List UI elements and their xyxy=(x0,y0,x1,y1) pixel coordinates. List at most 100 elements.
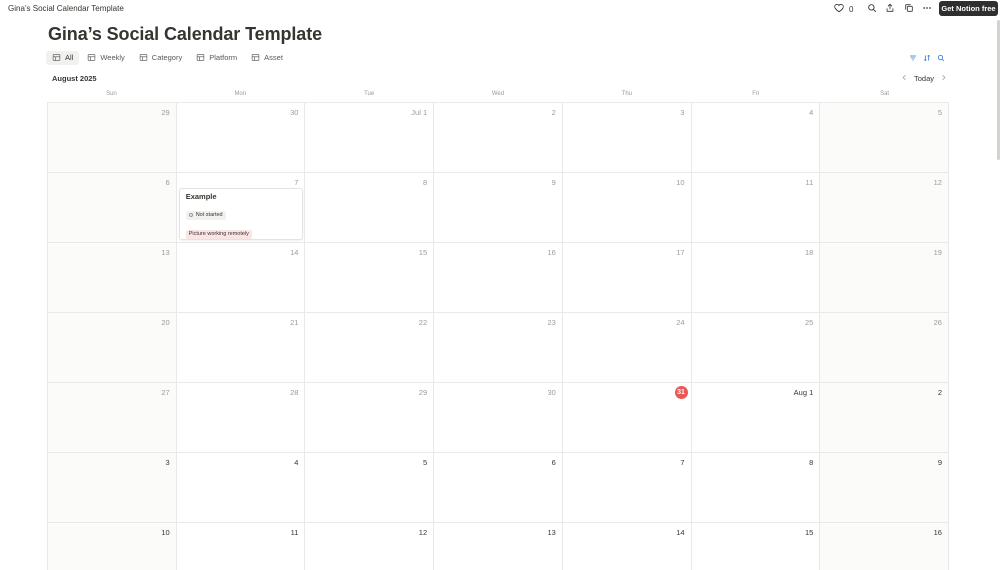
calendar-day-cell[interactable]: 3 xyxy=(562,103,692,173)
calendar-day-cell[interactable]: 18 xyxy=(691,243,821,313)
calendar-day-cell[interactable]: 2 xyxy=(434,103,563,173)
weekday-header: Sun Mon Tue Wed Thu Fri Sat xyxy=(47,91,949,101)
day-number: 2 xyxy=(551,108,556,117)
calendar-day-cell[interactable]: 25 xyxy=(691,313,821,383)
calendar-day-cell[interactable]: 12 xyxy=(305,523,435,570)
day-number: 4 xyxy=(294,458,299,467)
day-number: Jul 1 xyxy=(411,108,428,117)
calendar-day-cell[interactable]: 9 xyxy=(820,453,949,523)
calendar-day-cell[interactable]: 11 xyxy=(691,173,821,243)
previous-month-button[interactable] xyxy=(901,74,908,83)
calendar-day-cell[interactable]: 3 xyxy=(48,453,177,523)
heart-icon xyxy=(834,3,844,15)
status-badge: Not started xyxy=(185,210,226,220)
day-number: 30 xyxy=(290,108,299,117)
calendar-day-cell[interactable]: 22 xyxy=(305,313,435,383)
day-number: 6 xyxy=(165,178,170,187)
day-number: 13 xyxy=(547,528,556,537)
calendar-day-cell[interactable]: 28 xyxy=(176,383,306,453)
tab-all[interactable]: All xyxy=(46,50,80,65)
tab-platform[interactable]: Platform xyxy=(190,51,243,65)
event-card[interactable]: Example Not started Picture working remote… xyxy=(178,188,303,258)
calendar-day-cell[interactable]: 7 xyxy=(562,453,692,523)
day-number: 29 xyxy=(161,108,170,117)
month-label: August 2025 xyxy=(52,74,97,83)
calendar-day-cell[interactable]: 16 xyxy=(820,523,949,570)
calendar-day-cell[interactable]: 4 xyxy=(691,103,821,173)
status-label: Not started xyxy=(195,211,223,218)
tab-asset[interactable]: Asset xyxy=(245,51,289,65)
calendar-day-cell[interactable]: 17 xyxy=(562,243,692,313)
duplicate-button[interactable] xyxy=(903,3,915,15)
search-button[interactable] xyxy=(866,3,878,15)
calendar-day-cell[interactable]: 29 xyxy=(48,103,177,173)
like-button[interactable]: 0 xyxy=(834,3,853,15)
day-number: 14 xyxy=(676,528,685,537)
day-number: 9 xyxy=(551,178,556,187)
calendar-day-cell[interactable]: 15 xyxy=(691,523,821,570)
weekday-label: Sun xyxy=(106,91,117,97)
share-button[interactable] xyxy=(884,3,896,15)
calendar-day-cell[interactable]: 27 xyxy=(48,383,177,453)
calendar-day-cell[interactable]: 24 xyxy=(562,313,692,383)
topbar: Gina’s Social Calendar Template 0 Get No… xyxy=(0,0,1000,17)
calendar-day-cell[interactable]: 5 xyxy=(820,103,949,173)
table-icon xyxy=(52,54,61,61)
calendar-day-cell[interactable]: 10 xyxy=(48,523,177,570)
calendar-day-cell[interactable]: 12 xyxy=(820,173,949,243)
calendar-day-cell[interactable]: 23 xyxy=(434,313,563,383)
calendar-day-cell[interactable]: 20 xyxy=(48,313,177,383)
calendar-day-cell[interactable]: 10 xyxy=(562,173,692,243)
day-number: 10 xyxy=(161,528,170,537)
weekday-label: Mon xyxy=(234,91,247,97)
calendar-day-cell[interactable]: 15 xyxy=(305,243,435,313)
calendar-day-cell[interactable]: 30 xyxy=(176,103,306,173)
calendar-day-cell[interactable]: 13 xyxy=(434,523,563,570)
calendar-day-cell[interactable]: Aug 1 xyxy=(691,383,821,453)
calendar-day-cell[interactable]: 14 xyxy=(562,523,692,570)
calendar-day-cell[interactable]: 6 xyxy=(48,173,177,243)
calendar-nav: Today xyxy=(901,74,947,83)
day-number: 20 xyxy=(161,318,170,327)
today-button[interactable]: Today xyxy=(914,74,934,83)
day-number: 25 xyxy=(804,318,814,327)
calendar-day-cell[interactable]: 2 xyxy=(820,383,949,453)
next-month-button[interactable] xyxy=(940,74,947,83)
get-notion-free-button[interactable]: Get Notion free xyxy=(939,1,998,16)
weekday-label: Fri xyxy=(752,91,760,97)
calendar-day-cell[interactable]: 8 xyxy=(691,453,821,523)
calendar-day-cell[interactable]: 7 Example Not started Picture working remot… xyxy=(176,173,306,258)
calendar-day-cell[interactable]: 19 xyxy=(820,243,949,313)
calendar-day-cell[interactable]: 30 xyxy=(434,383,563,453)
calendar-day-cell[interactable]: 29 xyxy=(305,383,435,453)
calendar-day-cell[interactable]: 21 xyxy=(176,313,306,383)
filter-button[interactable] xyxy=(909,54,917,62)
calendar-day-cell[interactable]: 11 xyxy=(176,523,306,570)
tab-weekly[interactable]: Weekly xyxy=(81,51,130,65)
calendar-day-cell[interactable]: 13 xyxy=(48,243,177,313)
more-button[interactable] xyxy=(921,3,933,15)
calendar-day-cell[interactable]: Jul 1 xyxy=(305,103,435,173)
breadcrumb-page-name[interactable]: Gina’s Social Calendar Template xyxy=(8,4,124,13)
calendar-day-cell[interactable]: 5 xyxy=(305,453,435,523)
calendar-grid: 29 30 Jul 1 2 3 4 5 6 7 Example Not started Picture… xyxy=(47,102,949,570)
sort-button[interactable] xyxy=(923,54,931,62)
today-day-number: 31 xyxy=(674,386,688,399)
calendar-day-cell[interactable]: 16 xyxy=(434,243,563,313)
calendar-day-cell[interactable]: 14 xyxy=(176,243,306,313)
day-number: 13 xyxy=(161,248,170,257)
duplicate-icon xyxy=(904,0,914,18)
day-number: 19 xyxy=(933,248,942,257)
calendar-day-cell[interactable]: 31 xyxy=(562,383,692,453)
tab-category[interactable]: Category xyxy=(133,51,188,65)
day-number: 22 xyxy=(418,318,428,327)
calendar-day-cell[interactable]: 4 xyxy=(176,453,306,523)
day-number: 23 xyxy=(547,318,556,327)
calendar-day-cell[interactable]: 8 xyxy=(305,173,435,243)
view-search-button[interactable] xyxy=(937,54,945,62)
calendar-day-cell[interactable]: 6 xyxy=(434,453,563,523)
calendar-day-cell[interactable]: 9 xyxy=(434,173,563,243)
day-number: 17 xyxy=(676,248,685,257)
filter-icon xyxy=(910,55,916,61)
calendar-day-cell[interactable]: 26 xyxy=(820,313,949,383)
